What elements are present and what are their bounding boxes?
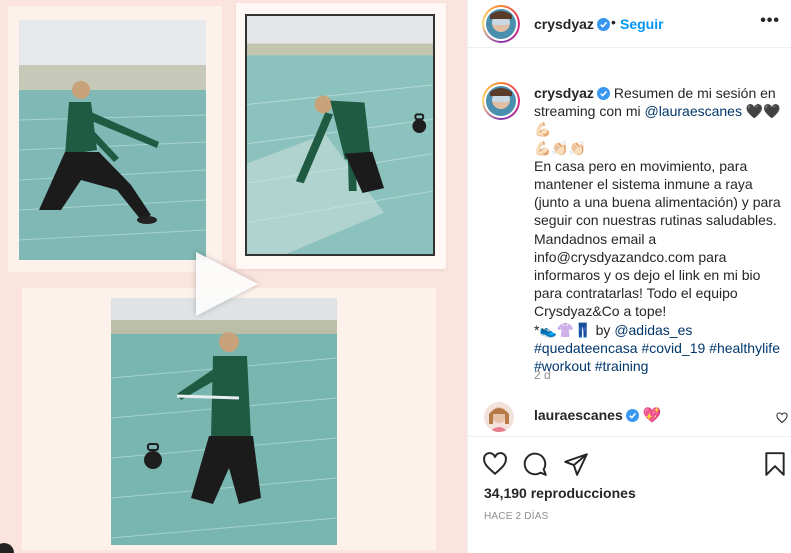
- play-icon[interactable]: [196, 252, 258, 316]
- share-icon[interactable]: [563, 451, 589, 477]
- caption-author-avatar[interactable]: [482, 82, 520, 120]
- commenter-username[interactable]: lauraescanes: [534, 407, 623, 423]
- post-date[interactable]: HACE 2 DÍAS: [484, 511, 548, 522]
- caption-body: En casa pero en movimiento, para mantene…: [534, 157, 781, 320]
- hashtag-link[interactable]: #covid_19: [641, 340, 705, 356]
- hashtag-link[interactable]: #healthylife: [709, 340, 780, 356]
- carousel-indicator: [0, 543, 14, 553]
- caption-emoji-line: 💪🏻👏🏻👏🏻: [534, 139, 587, 156]
- caption-author-username[interactable]: crysdyaz: [534, 85, 594, 101]
- bookmark-icon[interactable]: [762, 451, 788, 477]
- caption-hashtags: #quedateencasa #covid_19 #healthylife #w…: [534, 339, 786, 375]
- hashtag-link[interactable]: #training: [595, 358, 649, 374]
- comment-row: lauraescanes 💖: [468, 396, 791, 436]
- mention-link[interactable]: @adidas_es: [614, 322, 692, 338]
- author-avatar[interactable]: [482, 5, 520, 43]
- post-side-panel: crysdyaz • Seguir ••• crysdyaz Resumen d…: [467, 0, 791, 553]
- post-media[interactable]: [0, 0, 467, 553]
- caption-credit-text: *👟👚👖 by: [534, 321, 615, 338]
- author-username[interactable]: crysdyaz: [534, 16, 594, 32]
- follow-button[interactable]: Seguir: [620, 16, 664, 32]
- more-icon[interactable]: •••: [760, 12, 780, 30]
- verified-badge-icon: [625, 409, 639, 422]
- post-header: crysdyaz • Seguir •••: [468, 0, 791, 48]
- mention-link[interactable]: @lauraescanes: [644, 103, 742, 119]
- separator-dot: •: [611, 14, 616, 30]
- author-name-row: crysdyaz: [534, 16, 610, 34]
- comment-icon[interactable]: [522, 451, 548, 477]
- hashtag-link[interactable]: #quedateencasa: [534, 340, 638, 356]
- comment-like-icon[interactable]: [776, 412, 788, 424]
- workout-photo-crawl: [245, 14, 435, 256]
- caption-credit-line: *👟👚👖 by @adidas_es: [534, 321, 786, 339]
- verified-badge-icon: [596, 18, 610, 31]
- workout-photo-kneeling: [111, 298, 337, 545]
- comment-content: lauraescanes 💖: [534, 406, 661, 425]
- heart-icon[interactable]: [482, 451, 508, 477]
- view-count[interactable]: 34,190 reproducciones: [484, 485, 636, 501]
- comment-text: 💖: [642, 407, 662, 424]
- workout-photo-lunge: [19, 20, 206, 260]
- post-actions: 34,190 reproducciones HACE 2 DÍAS: [468, 436, 791, 553]
- commenter-avatar[interactable]: [484, 402, 514, 432]
- caption-timestamp[interactable]: 2 d: [534, 368, 551, 382]
- post-caption: crysdyaz Resumen de mi sesión en streami…: [534, 84, 786, 375]
- verified-badge-icon: [596, 87, 610, 100]
